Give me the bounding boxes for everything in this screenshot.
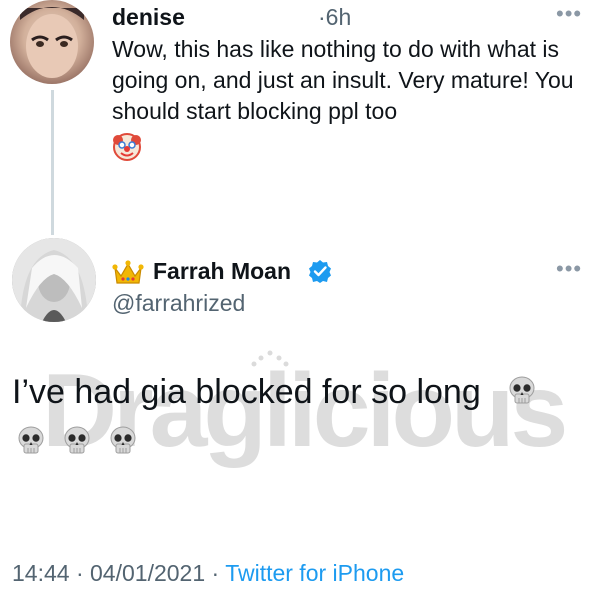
tweet-author-name[interactable]: Farrah Moan [153,258,291,284]
footer-separator: · [211,560,220,586]
skull-icon [64,426,90,454]
tweet-date[interactable]: 04/01/2021 [90,560,205,586]
skull-icon [509,376,535,404]
watermark: Draglicious [0,330,600,500]
thread-line [51,90,54,235]
skull-icon [18,426,44,454]
skull-icon [110,426,136,454]
skull-emoji-row [14,424,140,458]
tweet-text: I’ve had gia blocked for so long [12,373,481,411]
more-dots-icon[interactable]: ••• [556,258,582,280]
denise-avatar[interactable] [10,0,94,84]
verified-badge-icon [309,260,331,283]
clown-icon [113,133,141,161]
tweet-handle[interactable]: @farrahrized [112,290,245,316]
more-dots-icon[interactable]: ••• [556,3,582,25]
watermark-crown-dots [251,350,289,367]
reply-time[interactable]: ·6h [318,4,351,30]
reply-author-name[interactable]: denise [112,4,185,30]
reply-text: Wow, this has like nothing to do with wh… [112,36,574,124]
tweet-thread: denise ·6h ••• Wow, this has like nothin… [0,0,600,600]
footer-separator: · [75,560,84,586]
farrah-avatar[interactable] [12,238,96,322]
crown-icon [112,260,144,284]
tweet-source-link[interactable]: Twitter for iPhone [225,560,404,586]
tweet-time[interactable]: 14:44 [12,560,70,586]
tweet-footer: 14:44 · 04/01/2021 · Twitter for iPhone [12,560,404,586]
